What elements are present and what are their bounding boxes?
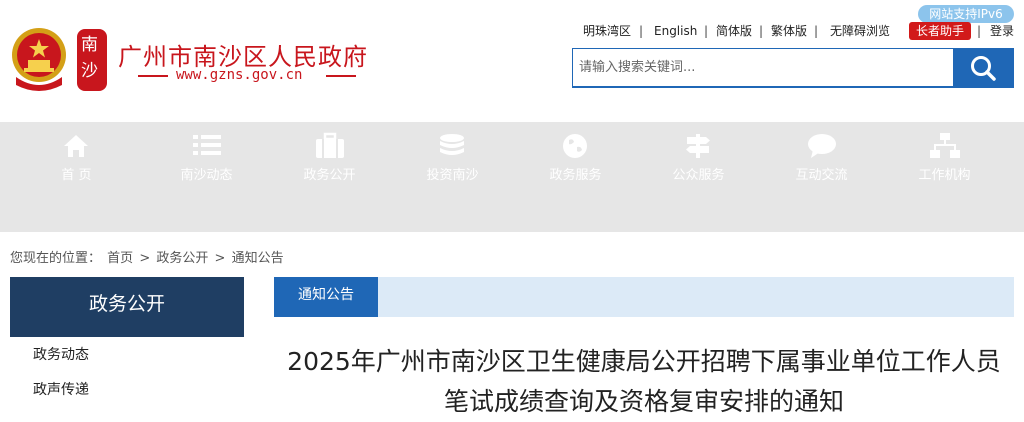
topnav-simplified[interactable]: 简体版 [716, 23, 752, 39]
seal-char-1: 南 [81, 35, 98, 55]
nav-invest-nansha[interactable]: 投资南沙 [391, 122, 514, 192]
topnav-elder-helper[interactable]: 长者助手 [909, 22, 972, 40]
seal-char-2: 沙 [81, 61, 98, 81]
coins-icon [440, 134, 464, 155]
article-title: 2025年广州市南沙区卫生健康局公开招聘下属事业单位工作人员 笔试成绩查询及资格… [274, 342, 1014, 422]
site-url: www.gzns.gov.cn [176, 67, 303, 83]
nansha-seal-logo: 南 沙 [77, 29, 107, 91]
nav-label: 互动交流 [795, 168, 848, 183]
article-title-line-1: 2025年广州市南沙区卫生健康局公开招聘下属事业单位工作人员 [287, 347, 1001, 376]
briefcase-icon [316, 132, 344, 158]
breadcrumb-notices[interactable]: 通知公告 [232, 251, 284, 266]
nav-label: 政务服务 [549, 168, 602, 183]
breadcrumb-separator: > [139, 251, 151, 266]
topnav-separator: | [704, 24, 709, 38]
nav-gov-affairs-open[interactable]: 政务公开 [268, 122, 391, 192]
topnav-separator: | [639, 24, 644, 38]
breadcrumb-gov-affairs[interactable]: 政务公开 [156, 251, 208, 266]
search-button[interactable] [953, 48, 1014, 88]
home-icon [64, 135, 88, 157]
topnav-separator: | [977, 24, 982, 38]
sidebar-item-gov-news[interactable]: 政务动态 [33, 344, 89, 364]
breadcrumb-separator: > [214, 251, 226, 266]
breadcrumb: 您现在的位置： 首页 > 政务公开 > 通知公告 [10, 247, 286, 266]
nav-public-services[interactable]: 公众服务 [637, 122, 760, 192]
content-tabbar: 通知公告 [274, 277, 1014, 317]
signpost-icon [686, 134, 710, 158]
article-title-line-2: 笔试成绩查询及资格复审安排的通知 [443, 387, 844, 416]
site-header: 南 沙 广州市南沙区人民政府 www.gzns.gov.cn 网站支持IPv6 … [0, 0, 1024, 122]
nav-label: 首 页 [61, 168, 92, 183]
topnav-accessibility[interactable]: 无障碍浏览 [830, 23, 890, 39]
org-chart-icon [930, 133, 960, 158]
nav-gov-services[interactable]: 政务服务 [514, 122, 637, 192]
national-emblem-icon [12, 28, 66, 91]
sidebar-item-gov-voice[interactable]: 政声传递 [33, 379, 89, 399]
topnav-separator: | [759, 24, 764, 38]
ipv6-badge: 网站支持IPv6 [918, 5, 1014, 23]
topnav-separator: | [814, 24, 819, 38]
search-icon [971, 56, 996, 81]
nav-nansha-news[interactable]: 南沙动态 [145, 122, 268, 192]
nav-interaction[interactable]: 互动交流 [760, 122, 883, 192]
nav-label: 政务公开 [303, 168, 356, 183]
list-icon [193, 135, 221, 155]
tab-notices[interactable]: 通知公告 [274, 277, 378, 317]
url-dash-right [326, 75, 356, 77]
search-input[interactable] [573, 49, 965, 85]
nav-label: 公众服务 [672, 168, 725, 183]
nav-work-agencies[interactable]: 工作机构 [883, 122, 1006, 192]
topnav-english[interactable]: English [654, 23, 697, 39]
topnav-pearl-bay[interactable]: 明珠湾区 [583, 23, 631, 39]
main-nav: 首 页 南沙动态 政务公开 投资南沙 政务服务 公众服务 互动交流 工作机构 [0, 122, 1024, 232]
sidebar-title: 政务公开 [10, 277, 244, 337]
breadcrumb-prefix: 您现在的位置： [10, 251, 102, 266]
globe-icon [563, 134, 587, 158]
breadcrumb-home[interactable]: 首页 [107, 251, 133, 266]
chat-icon [808, 134, 836, 158]
nav-label: 南沙动态 [180, 168, 233, 183]
nav-label: 工作机构 [918, 168, 971, 183]
nav-label: 投资南沙 [426, 168, 479, 183]
topnav-traditional[interactable]: 繁体版 [771, 23, 807, 39]
search-box [572, 48, 1014, 88]
topnav-login[interactable]: 登录 [990, 23, 1014, 39]
nav-home[interactable]: 首 页 [15, 122, 138, 192]
url-dash-left [138, 75, 168, 77]
